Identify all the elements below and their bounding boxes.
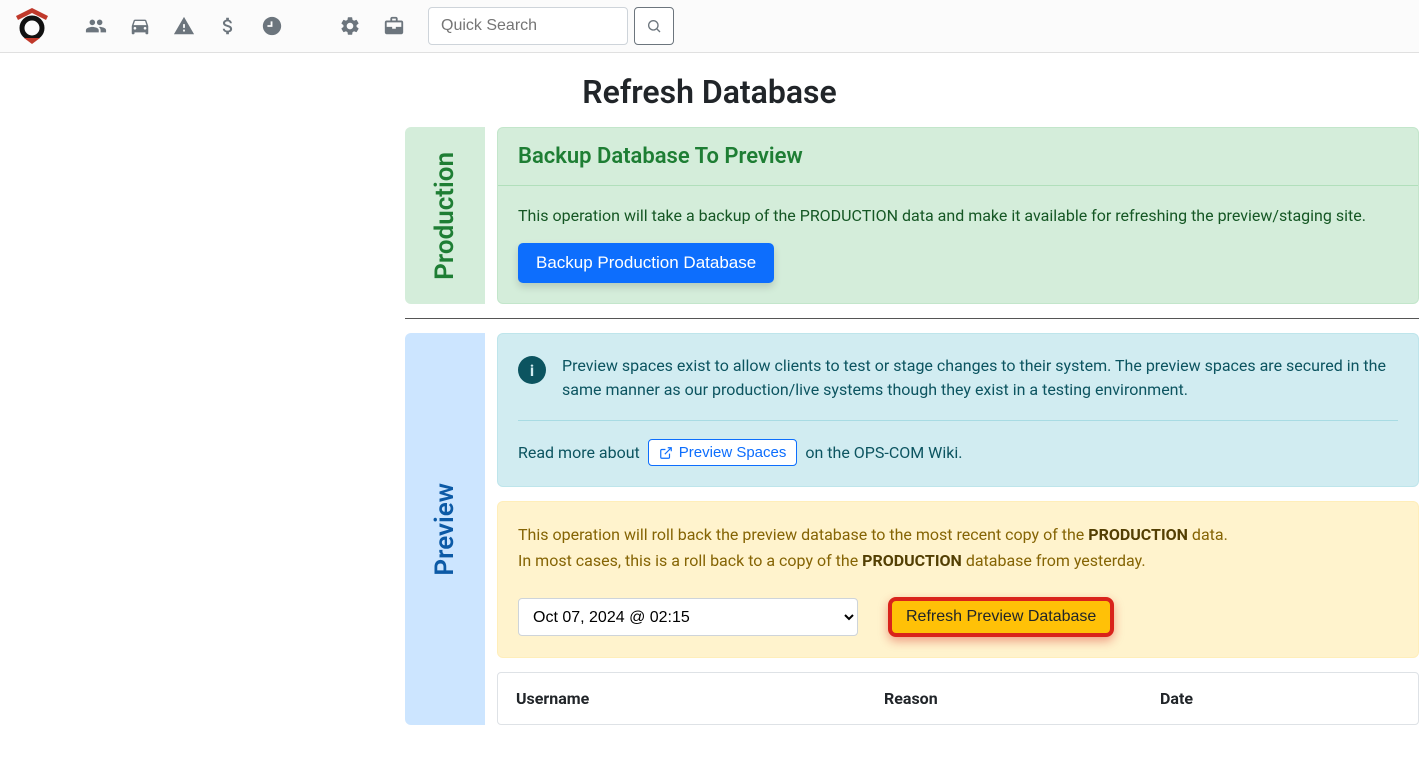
info-icon: i bbox=[518, 356, 546, 384]
yellow-line1: This operation will roll back the previe… bbox=[518, 522, 1398, 548]
car-icon[interactable] bbox=[120, 6, 160, 46]
th-reason: Reason bbox=[866, 673, 1142, 724]
production-panel-header: Backup Database To Preview bbox=[498, 128, 1418, 186]
th-date: Date bbox=[1142, 673, 1418, 724]
settings-icon[interactable] bbox=[330, 6, 370, 46]
history-table: Username Reason Date bbox=[497, 672, 1419, 725]
search-wrap bbox=[428, 7, 674, 45]
production-desc: This operation will take a backup of the… bbox=[518, 206, 1398, 225]
search-button[interactable] bbox=[634, 7, 674, 45]
production-panel: Backup Database To Preview This operatio… bbox=[497, 127, 1419, 304]
refresh-preview-button[interactable]: Refresh Preview Database bbox=[888, 597, 1114, 637]
search-input[interactable] bbox=[428, 7, 628, 45]
preview-info-text: Preview spaces exist to allow clients to… bbox=[562, 354, 1398, 402]
app-logo[interactable] bbox=[12, 6, 52, 46]
preview-info-panel: i Preview spaces exist to allow clients … bbox=[497, 333, 1419, 487]
section-divider bbox=[405, 318, 1419, 319]
readmore-row: Read more about Preview Spaces on the OP… bbox=[518, 439, 1398, 466]
preview-action-panel: This operation will roll back the previe… bbox=[497, 501, 1419, 658]
backup-production-button[interactable]: Backup Production Database bbox=[518, 243, 774, 283]
yellow-line2: In most cases, this is a roll back to a … bbox=[518, 548, 1398, 574]
toolbox-icon[interactable] bbox=[374, 6, 414, 46]
production-label: Production bbox=[405, 127, 485, 304]
warning-icon[interactable] bbox=[164, 6, 204, 46]
backup-date-select[interactable]: Oct 07, 2024 @ 02:15 bbox=[518, 598, 858, 636]
th-username: Username bbox=[498, 673, 866, 724]
readmore-prefix: Read more about bbox=[518, 443, 640, 462]
preview-label: Preview bbox=[405, 333, 485, 725]
clock-icon[interactable] bbox=[252, 6, 292, 46]
page-title: Refresh Database bbox=[0, 73, 1419, 111]
preview-spaces-link[interactable]: Preview Spaces bbox=[648, 439, 798, 466]
dollar-icon[interactable] bbox=[208, 6, 248, 46]
users-icon[interactable] bbox=[76, 6, 116, 46]
readmore-suffix: on the OPS-COM Wiki. bbox=[805, 443, 962, 462]
top-nav bbox=[0, 0, 1419, 53]
